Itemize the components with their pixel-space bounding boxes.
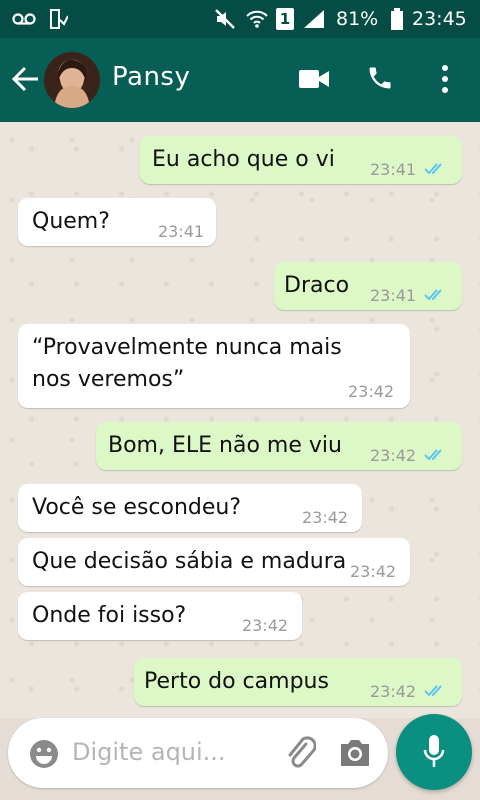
message-time: 23:42 <box>302 508 349 527</box>
status-bar: 1 81% 23:45 <box>0 0 480 38</box>
message-text: Bom, ELE não me viu <box>108 433 342 458</box>
message-text: Que decisão sábia e madura <box>32 549 347 574</box>
incoming-message[interactable]: Você se escondeu? 23:42 <box>18 484 362 532</box>
battery-icon <box>390 0 404 38</box>
message-time: 23:41 <box>370 286 417 305</box>
outgoing-message[interactable]: Eu acho que o vi 23:41 <box>140 136 462 184</box>
double-check-icon <box>424 289 442 301</box>
mic-icon <box>422 734 446 774</box>
phone-call-icon[interactable] <box>366 64 394 96</box>
double-check-icon <box>424 163 442 175</box>
message-text: Draco <box>284 273 350 298</box>
clock: 23:45 <box>412 8 467 30</box>
avatar[interactable] <box>44 52 100 108</box>
message-input[interactable]: Digite aqui... <box>72 738 226 766</box>
message-text-line-2: nos veremos” <box>32 367 185 392</box>
voicemail-icon <box>12 0 36 38</box>
mic-button[interactable] <box>396 714 472 790</box>
mute-icon <box>214 0 236 38</box>
message-list[interactable]: Eu acho que o vi 23:41 Quem? 23:41 Draco… <box>0 122 480 718</box>
emoji-icon[interactable] <box>28 738 60 774</box>
outgoing-message[interactable]: Draco 23:41 <box>274 262 462 310</box>
incoming-message[interactable]: Que decisão sábia e madura 23:42 <box>18 538 410 586</box>
message-time: 23:42 <box>350 562 397 581</box>
double-check-icon <box>424 449 442 461</box>
message-time: 23:41 <box>370 160 417 179</box>
message-text-line-1: “Provavelmente nunca mais <box>32 335 342 360</box>
message-time: 23:42 <box>242 616 289 635</box>
incoming-message[interactable]: Onde foi isso? 23:42 <box>18 592 302 640</box>
signal-icon <box>302 0 326 38</box>
message-time: 23:42 <box>348 382 395 401</box>
battery-percent: 81% <box>336 8 379 30</box>
message-text: Quem? <box>32 209 110 234</box>
back-arrow-icon[interactable] <box>11 66 40 96</box>
download-icon <box>48 0 68 38</box>
contact-name[interactable]: Pansy <box>112 62 190 92</box>
double-check-icon <box>424 685 442 697</box>
sim-icon: 1 <box>276 0 294 38</box>
incoming-message[interactable]: “Provavelmente nunca mais nos veremos” 2… <box>18 324 410 408</box>
message-time: 23:41 <box>158 222 205 241</box>
message-text: Você se escondeu? <box>32 495 242 520</box>
more-vert-icon[interactable] <box>440 64 450 98</box>
camera-icon[interactable] <box>338 738 372 772</box>
incoming-message[interactable]: Quem? 23:41 <box>18 198 216 246</box>
outgoing-message[interactable]: Bom, ELE não me viu 23:42 <box>96 422 462 470</box>
message-text: Eu acho que o vi <box>152 147 335 172</box>
wifi-icon <box>246 0 268 38</box>
message-time: 23:42 <box>370 682 417 701</box>
message-time: 23:42 <box>370 446 417 465</box>
message-composer[interactable]: Digite aqui... <box>8 718 388 788</box>
message-text: Perto do campus <box>144 669 329 694</box>
outgoing-message[interactable]: Perto do campus 23:42 <box>134 658 462 706</box>
attach-icon[interactable] <box>286 736 317 776</box>
video-call-icon[interactable] <box>298 68 330 94</box>
sim-number: 1 <box>276 8 294 30</box>
message-text: Onde foi isso? <box>32 603 187 628</box>
chat-header: Pansy <box>0 38 480 122</box>
